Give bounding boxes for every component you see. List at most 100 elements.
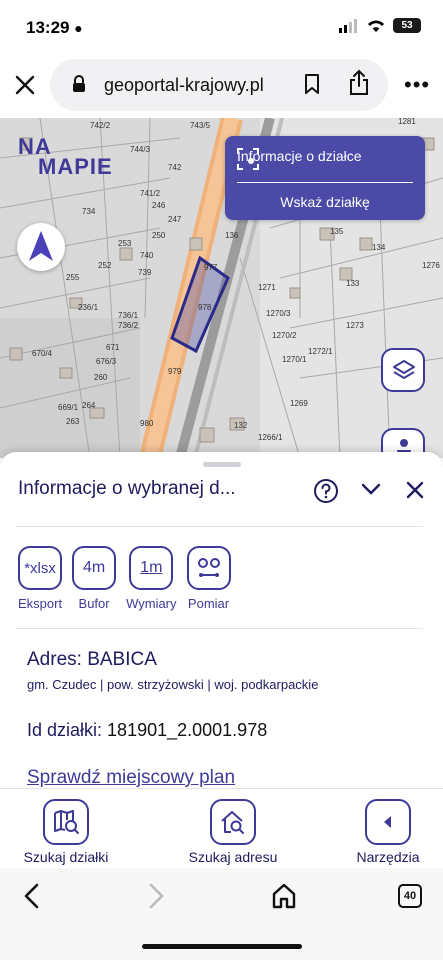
url-text: geoportal-krajowy.pl xyxy=(104,75,264,95)
parcel-number-label: 236/1 xyxy=(78,303,99,312)
select-area-icon xyxy=(237,148,259,170)
address-bar[interactable]: geoportal-krajowy.pl xyxy=(50,59,388,111)
parcel-number-label: 247 xyxy=(168,215,182,224)
battery-indicator: 53 xyxy=(393,18,421,33)
nav-tools[interactable]: Narzędzia xyxy=(350,799,426,865)
clock: 13:29 ● xyxy=(26,18,83,37)
layers-icon xyxy=(393,360,415,379)
divider xyxy=(16,628,423,629)
parcel-number-label: 1270/1 xyxy=(282,355,307,364)
system-icons: 53 xyxy=(339,18,421,33)
parcel-number-label: 1273 xyxy=(346,321,364,330)
parcel-number-label: 736/1 xyxy=(118,311,139,320)
parcel-admin-units: gm. Czudec | pow. strzyżowski | woj. pod… xyxy=(27,677,319,692)
bookmark-icon[interactable] xyxy=(303,73,321,95)
browser-bar: geoportal-krajowy.pl ••• xyxy=(0,54,443,118)
parcel-number-label: 246 xyxy=(152,201,166,210)
parcel-number-label: 739 xyxy=(138,268,152,277)
show-parcel-button[interactable]: Wskaż działkę xyxy=(225,194,425,210)
home-search-icon xyxy=(210,799,256,845)
check-local-plan-link[interactable]: Sprawdź miejscowy plan xyxy=(27,767,235,788)
buffer-icon: 4m xyxy=(72,546,117,590)
parcel-number-label: 671 xyxy=(106,343,120,352)
parcel-number-label: 978 xyxy=(198,303,212,312)
back-icon[interactable] xyxy=(22,882,42,910)
bottom-nav: Szukaj działki Szukaj adresu Narzędzia xyxy=(0,788,443,868)
parcel-number-label: 255 xyxy=(66,273,80,282)
parcel-number-label: 741/2 xyxy=(140,189,161,198)
parcel-number-label: 1276 xyxy=(422,261,440,270)
parcel-number-label: 742 xyxy=(168,163,182,172)
map-view[interactable]: 742/2 743/5 744/3 741/2 742 246 734 247 740 253 73… xyxy=(0,118,443,458)
wifi-icon xyxy=(368,20,384,32)
parcel-number-label: 135 xyxy=(330,227,344,236)
tabs-button[interactable]: 40 xyxy=(398,884,422,908)
parcel-number-label: 980 xyxy=(140,419,154,428)
lock-icon xyxy=(73,75,85,92)
compass-button[interactable] xyxy=(17,223,65,271)
chevron-down-icon[interactable] xyxy=(360,482,382,496)
parcel-number-label: 743/5 xyxy=(190,121,211,130)
tool-row: *xlsx Eksport 4m Bufor 1m Wymiary Pomiar xyxy=(18,546,231,611)
measure-tool[interactable]: Pomiar xyxy=(186,546,231,611)
parcel-number-label: 260 xyxy=(94,373,108,382)
parcel-number-label: 1281 xyxy=(398,118,416,126)
dimensions-tool[interactable]: 1m Wymiary xyxy=(126,546,177,611)
xlsx-icon: *xlsx xyxy=(18,546,63,590)
parcel-number-label: 742/2 xyxy=(90,121,111,130)
buffer-tool[interactable]: 4m Bufor xyxy=(72,546,117,611)
parcel-number-label: 1266/1 xyxy=(258,433,283,442)
parcel-number-label: 979 xyxy=(168,367,182,376)
parcel-number-label: 134 xyxy=(372,243,386,252)
parcel-number-label: 1270/3 xyxy=(266,309,291,318)
caret-left-icon xyxy=(365,799,411,845)
parcel-number-label: 136 xyxy=(225,231,239,240)
parcel-number-label: 1270/2 xyxy=(272,331,297,340)
nav-search-address[interactable]: Szukaj adresu xyxy=(183,799,283,865)
parcel-info-button[interactable]: Informacje o działce xyxy=(237,148,362,170)
parcel-info-panel: Informacje o działce Wskaż działkę xyxy=(225,136,425,220)
close-icon[interactable] xyxy=(405,480,425,500)
measure-icon xyxy=(186,546,231,590)
sheet-title: Informacje o wybranej d... xyxy=(18,478,236,499)
signal-icon xyxy=(339,18,357,33)
parcel-number-label: 263 xyxy=(66,417,80,426)
parcel-number-label: 744/3 xyxy=(130,145,151,154)
more-options-icon[interactable]: ••• xyxy=(404,72,430,98)
parcel-address: Adres: BABICA xyxy=(27,649,157,670)
parcel-number-label: 252 xyxy=(98,261,112,270)
close-icon[interactable] xyxy=(12,72,38,98)
parcel-number-label: 740 xyxy=(140,251,154,260)
layers-button[interactable] xyxy=(381,348,425,392)
parcel-number-label: 264 xyxy=(82,401,96,410)
forward-icon[interactable] xyxy=(146,882,166,910)
parcel-number-label: 977 xyxy=(204,263,218,272)
parcel-number-label: 676/3 xyxy=(96,357,117,366)
nav-search-parcel[interactable]: Szukaj działki xyxy=(18,799,114,865)
parcel-info-sheet: Informacje o wybranej d... *xlsx Eksport… xyxy=(0,452,443,788)
parcel-number-label: 736/2 xyxy=(118,321,139,330)
divider xyxy=(16,526,423,527)
parcel-number-label: 132 xyxy=(234,421,248,430)
ruler-icon: 1m xyxy=(129,546,174,590)
divider xyxy=(237,182,413,183)
parcel-number-label: 670/4 xyxy=(32,349,53,358)
parcel-number-label: 1269 xyxy=(290,399,308,408)
map-search-icon xyxy=(43,799,89,845)
share-icon[interactable] xyxy=(347,69,371,97)
parcel-number-label: 1271 xyxy=(258,283,276,292)
browser-toolbar: 40 xyxy=(0,868,443,960)
parcel-number-label: 133 xyxy=(346,279,360,288)
export-tool[interactable]: *xlsx Eksport xyxy=(18,546,62,611)
home-icon[interactable] xyxy=(271,882,297,910)
parcel-number-label: 1272/1 xyxy=(308,347,333,356)
help-icon[interactable] xyxy=(313,478,339,504)
status-bar: 13:29 ● 53 xyxy=(0,0,443,54)
parcel-id: Id działki: 181901_2.0001.978 xyxy=(27,720,268,740)
na-mapie-logo: NA MAPIE xyxy=(18,134,113,179)
parcel-number-label: 734 xyxy=(82,207,96,216)
parcel-number-label: 250 xyxy=(152,231,166,240)
home-indicator xyxy=(142,944,302,949)
drag-handle[interactable] xyxy=(203,462,241,467)
parcel-number-label: 669/1 xyxy=(58,403,79,412)
